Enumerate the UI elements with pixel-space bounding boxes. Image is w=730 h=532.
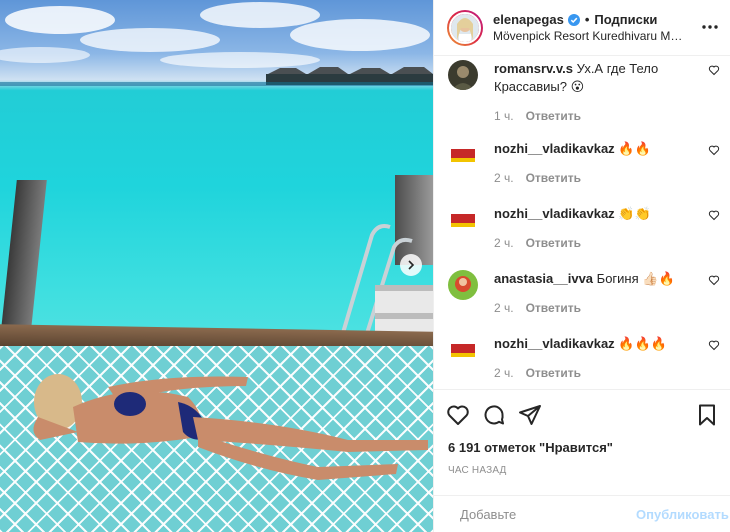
comment-meta: 1 ч. Ответить	[494, 109, 720, 123]
location-text: Mövenpick Resort Kuredhivaru Maldives	[493, 29, 688, 43]
author-avatar[interactable]	[447, 9, 483, 46]
commenter-avatar[interactable]	[448, 335, 478, 365]
comment-emoji: 👍🏻🔥	[642, 272, 675, 287]
comment-text: nozhi__vladikavkaz 👏👏	[494, 205, 694, 224]
comment-time: 1 ч.	[494, 109, 514, 123]
comment-emoji: 😮	[570, 80, 585, 95]
like-comment-heart-icon[interactable]	[708, 274, 720, 286]
author-avatar-image	[451, 13, 479, 42]
post-actions: 6 191 отметок "Нравится" ЧАС НАЗАД Опубл…	[434, 389, 730, 532]
post-photo[interactable]	[0, 0, 433, 532]
comment-time: 2 ч.	[494, 366, 514, 380]
comment-text: nozhi__vladikavkaz 🔥🔥🔥	[494, 335, 694, 354]
comment-item: nozhi__vladikavkaz 🔥🔥🔥 2 ч. Ответить	[448, 335, 720, 380]
comment-item: nozhi__vladikavkaz 👏👏 2 ч. Ответить	[448, 205, 720, 250]
post-side-panel: elenapegas • Подписки Mövenpick Resort K…	[433, 0, 730, 532]
comment-message: Богиня	[596, 271, 639, 286]
comment-item: romansrv.v.s Ух.А где Тело Крассавиы? 😮 …	[448, 60, 720, 123]
commenter-username[interactable]: nozhi__vladikavkaz	[494, 336, 615, 351]
comment-icon[interactable]	[482, 403, 506, 427]
comment-item: nozhi__vladikavkaz 🔥🔥 2 ч. Ответить	[448, 140, 720, 185]
commenter-username[interactable]: anastasia__ivva	[494, 271, 593, 286]
post-timestamp[interactable]: ЧАС НАЗАД	[434, 465, 730, 476]
separator-dot: •	[584, 12, 590, 27]
reply-button[interactable]: Ответить	[526, 109, 581, 123]
comment-meta: 2 ч. Ответить	[494, 301, 720, 315]
commenter-username[interactable]: romansrv.v.s	[494, 61, 573, 76]
like-comment-heart-icon[interactable]	[708, 144, 720, 156]
reply-button[interactable]: Ответить	[526, 171, 581, 185]
comment-composer: Опубликовать	[434, 495, 730, 532]
action-bar	[434, 390, 730, 440]
publish-button[interactable]: Опубликовать	[636, 507, 729, 522]
ellipsis-icon[interactable]	[700, 17, 720, 37]
following-button[interactable]: Подписки	[594, 12, 657, 27]
commenter-avatar[interactable]	[448, 60, 478, 90]
comment-time: 2 ч.	[494, 171, 514, 185]
comment-item: anastasia__ivva Богиня 👍🏻🔥 2 ч. Ответить	[448, 270, 720, 315]
likes-count[interactable]: 6 191 отметок "Нравится"	[434, 440, 730, 455]
comment-meta: 2 ч. Ответить	[494, 171, 720, 185]
commenter-avatar[interactable]	[448, 270, 478, 300]
reply-button[interactable]: Ответить	[526, 236, 581, 250]
commenter-username[interactable]: nozhi__vladikavkaz	[494, 141, 615, 156]
comment-text: nozhi__vladikavkaz 🔥🔥	[494, 140, 694, 159]
comment-emoji: 🔥🔥🔥	[618, 337, 667, 352]
comment-time: 2 ч.	[494, 301, 514, 315]
like-comment-heart-icon[interactable]	[708, 339, 720, 351]
like-comment-heart-icon[interactable]	[708, 209, 720, 221]
reply-button[interactable]: Ответить	[526, 301, 581, 315]
comment-input[interactable]	[460, 507, 636, 522]
comments-list[interactable]: romansrv.v.s Ух.А где Тело Крассавиы? 😮 …	[434, 56, 730, 388]
post-location[interactable]: Mövenpick Resort Kuredhivaru Maldives	[493, 29, 688, 43]
comment-emoji: 🔥🔥	[618, 142, 651, 157]
pool-ladder	[338, 224, 433, 345]
commenter-username[interactable]: nozhi__vladikavkaz	[494, 206, 615, 221]
post-header: elenapegas • Подписки Mövenpick Resort K…	[434, 0, 730, 56]
carousel-next-button[interactable]	[400, 254, 422, 276]
comment-emoji: 👏👏	[618, 207, 651, 222]
chevron-right-icon	[408, 260, 415, 270]
deck-post-left	[0, 180, 47, 340]
like-comment-heart-icon[interactable]	[708, 64, 720, 76]
commenter-avatar[interactable]	[448, 205, 478, 235]
comment-time: 2 ч.	[494, 236, 514, 250]
woman-figure	[33, 374, 428, 480]
bookmark-icon[interactable]	[695, 403, 719, 427]
overwater-villas	[266, 67, 433, 85]
comment-text: anastasia__ivva Богиня 👍🏻🔥	[494, 270, 694, 289]
verified-badge-icon	[567, 13, 580, 26]
comment-text: romansrv.v.s Ух.А где Тело Крассавиы? 😮	[494, 60, 694, 97]
share-icon[interactable]	[518, 403, 542, 427]
commenter-avatar[interactable]	[448, 140, 478, 170]
reply-button[interactable]: Ответить	[526, 366, 581, 380]
heart-icon[interactable]	[446, 403, 470, 427]
author-username[interactable]: elenapegas	[493, 12, 564, 27]
comment-meta: 2 ч. Ответить	[494, 366, 720, 380]
comment-meta: 2 ч. Ответить	[494, 236, 720, 250]
